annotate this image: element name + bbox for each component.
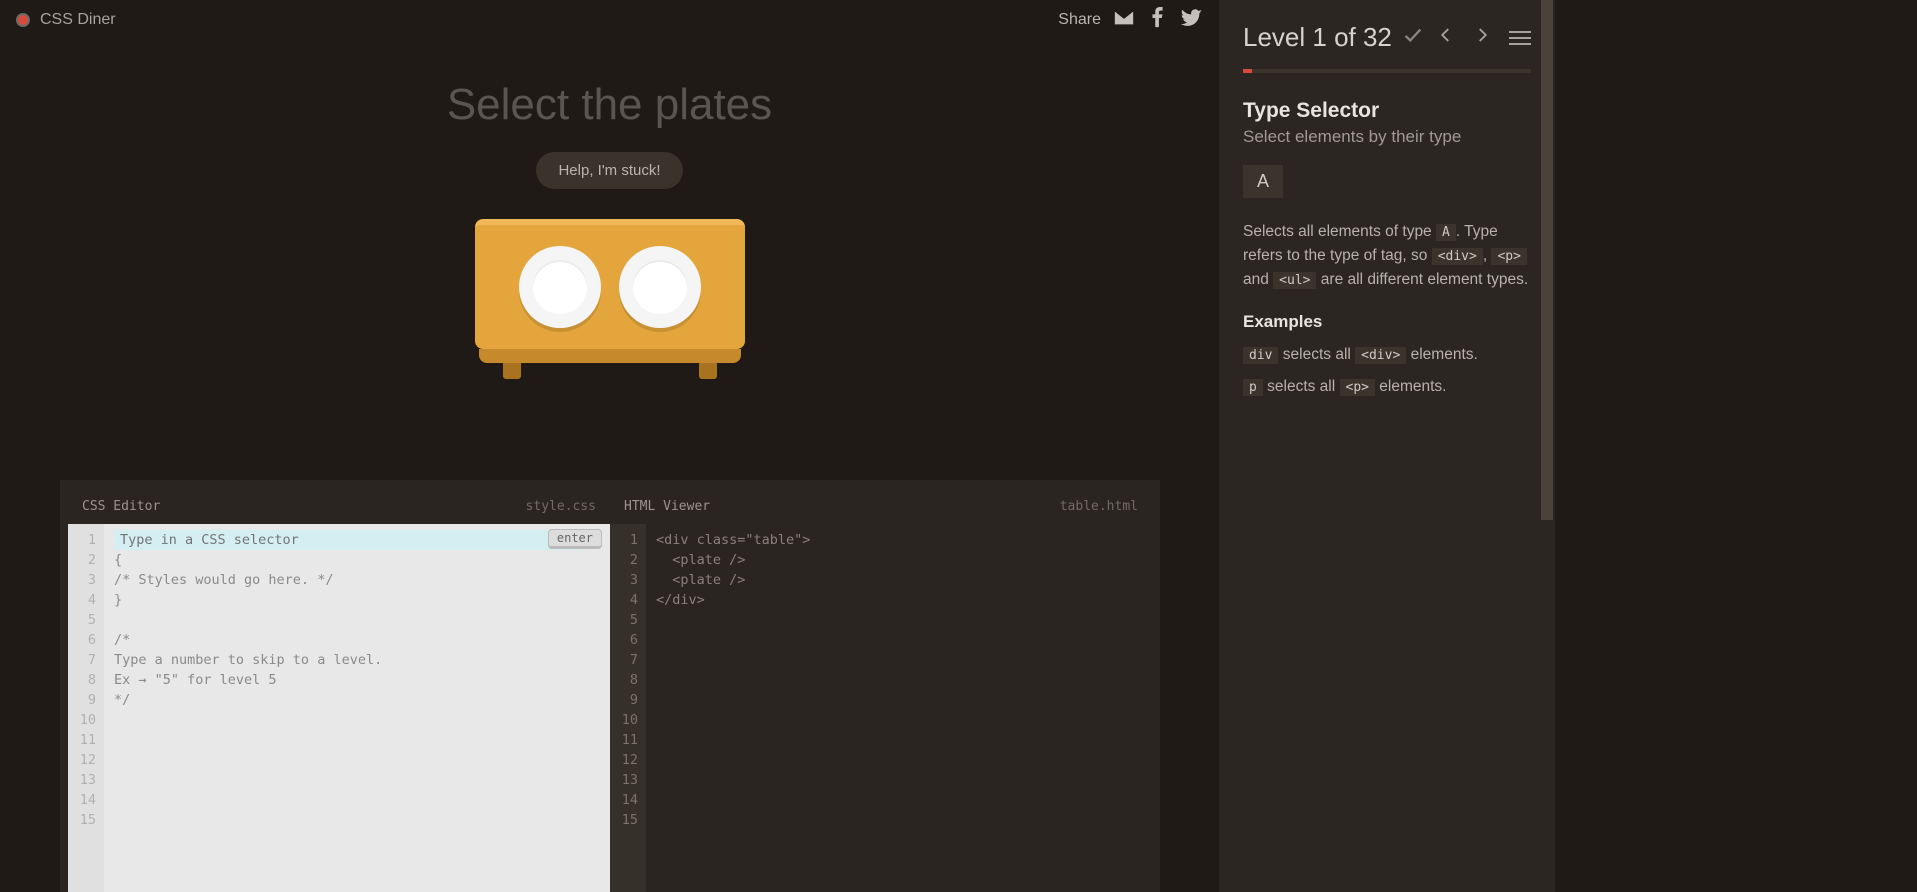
level-label: Level 1 of 32 <box>1243 22 1392 53</box>
top-bar: CSS Diner Share <box>0 0 1219 40</box>
enter-button[interactable]: enter <box>548 529 602 549</box>
sidebar: Level 1 of 32 Type Selector Select eleme… <box>1219 0 1555 892</box>
help-button[interactable]: Help, I'm stuck! <box>536 152 682 189</box>
share-block: Share <box>1058 7 1203 34</box>
table-legs <box>475 363 745 379</box>
table-top <box>475 219 745 349</box>
css-editor: CSS Editor style.css 1 2 3 4 5 6 7 8 9 1… <box>68 488 610 892</box>
html-viewer: HTML Viewer table.html 1 2 3 4 5 6 7 8 9… <box>610 488 1152 892</box>
css-editor-body: 1 2 3 4 5 6 7 8 9 10 11 12 13 14 15 { /*… <box>68 524 610 892</box>
css-filename: style.css <box>526 499 596 514</box>
menu-icon[interactable] <box>1509 31 1531 45</box>
html-line-gutter: 1 2 3 4 5 6 7 8 9 10 11 12 13 14 15 <box>610 524 646 892</box>
table-leg <box>699 363 717 379</box>
code-tag: <p> <box>1491 248 1526 265</box>
progress-fill <box>1243 69 1252 73</box>
code-tag: <div> <box>1432 248 1483 265</box>
mail-icon[interactable] <box>1113 7 1135 34</box>
twitter-icon[interactable] <box>1181 7 1203 34</box>
level-progress <box>1243 69 1531 73</box>
main-area: Select the plates Help, I'm stuck! <box>0 40 1219 379</box>
page-title: Select the plates <box>447 80 772 130</box>
level-nav <box>1437 26 1531 49</box>
lesson-title: Type Selector <box>1243 99 1531 123</box>
plate-icon[interactable] <box>619 246 701 328</box>
table-edge <box>479 349 741 363</box>
share-label: Share <box>1058 11 1101 29</box>
css-code-area: { /* Styles would go here. */ } /* Type … <box>104 524 610 892</box>
sidebar-scrollbar[interactable] <box>1539 0 1555 892</box>
html-viewer-title: HTML Viewer <box>624 499 710 514</box>
css-line-gutter: 1 2 3 4 5 6 7 8 9 10 11 12 13 14 15 <box>68 524 104 892</box>
syntax-box: A <box>1243 165 1283 198</box>
plate-icon[interactable] <box>519 246 601 328</box>
html-filename: table.html <box>1060 499 1138 514</box>
lesson-subtitle: Select elements by their type <box>1243 127 1531 147</box>
check-icon <box>1402 24 1424 51</box>
logo-icon <box>16 13 30 27</box>
next-level-icon[interactable] <box>1473 26 1491 49</box>
code-tag: <ul> <box>1273 272 1316 289</box>
game-table <box>475 219 745 379</box>
editors: CSS Editor style.css 1 2 3 4 5 6 7 8 9 1… <box>60 480 1160 892</box>
code-tag: <div> <box>1355 347 1406 364</box>
code-tag: p <box>1243 379 1263 396</box>
code-tag: div <box>1243 347 1278 364</box>
html-code-area: <div class="table"> <plate /> <plate /> … <box>646 524 1152 892</box>
facebook-icon[interactable] <box>1147 7 1169 34</box>
example-line: div selects all <div> elements. <box>1243 346 1531 364</box>
css-editor-title: CSS Editor <box>82 499 160 514</box>
prev-level-icon[interactable] <box>1437 26 1455 49</box>
css-selector-input[interactable] <box>114 530 584 550</box>
html-viewer-header: HTML Viewer table.html <box>610 488 1152 524</box>
app-title: CSS Diner <box>40 11 116 29</box>
level-header: Level 1 of 32 <box>1243 22 1531 53</box>
code-tag: <p> <box>1340 379 1375 396</box>
code-tag: A <box>1436 224 1456 241</box>
lesson-body: Selects all elements of type A. Type ref… <box>1243 220 1531 396</box>
lesson-description: Selects all elements of type A. Type ref… <box>1243 220 1531 292</box>
table-leg <box>503 363 521 379</box>
html-viewer-body: 1 2 3 4 5 6 7 8 9 10 11 12 13 14 15 <div… <box>610 524 1152 892</box>
examples-heading: Examples <box>1243 312 1531 332</box>
example-line: p selects all <p> elements. <box>1243 378 1531 396</box>
css-editor-header: CSS Editor style.css <box>68 488 610 524</box>
